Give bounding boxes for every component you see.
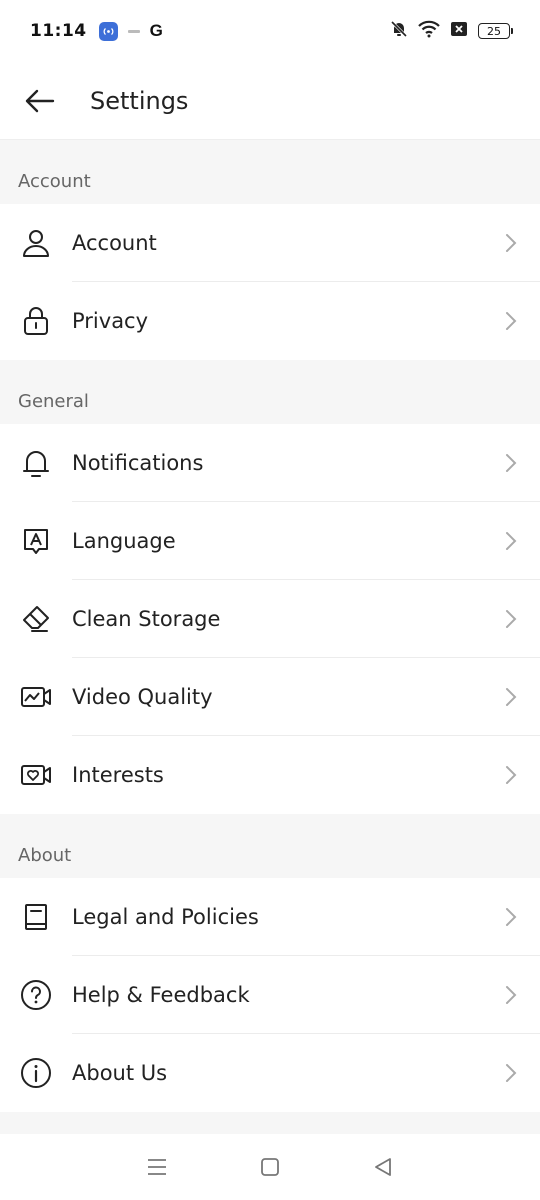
page-title: Settings <box>90 86 189 115</box>
settings-item-account[interactable]: Account <box>0 204 540 282</box>
battery-icon: 25 <box>478 23 513 39</box>
lock-icon <box>0 306 72 336</box>
settings-item-label: Notifications <box>72 451 204 475</box>
settings-item-language[interactable]: Language <box>0 502 540 580</box>
home-icon <box>261 1158 279 1176</box>
settings-item-about-us[interactable]: About Us <box>0 1034 540 1112</box>
bell-icon <box>0 448 72 478</box>
language-icon <box>0 526 72 556</box>
settings-item-label: Interests <box>72 763 164 787</box>
interests-icon <box>0 760 72 790</box>
section-account: Account Privacy <box>0 204 540 360</box>
wifi-icon <box>418 20 440 42</box>
settings-item-clean-storage[interactable]: Clean Storage <box>0 580 540 658</box>
section-general: Notifications Language Clean Storage Vid… <box>0 424 540 814</box>
section-header-general: General <box>0 360 540 424</box>
chevron-right-icon <box>482 453 540 473</box>
chevron-right-icon <box>482 1063 540 1083</box>
book-icon <box>0 902 72 932</box>
chevron-right-icon <box>482 233 540 253</box>
chevron-right-icon <box>482 985 540 1005</box>
settings-item-label: Legal and Policies <box>72 905 259 929</box>
app-header: Settings <box>0 62 540 140</box>
settings-item-label: Account <box>72 231 157 255</box>
recent-apps-button[interactable] <box>127 1142 187 1192</box>
chevron-right-icon <box>482 907 540 927</box>
chevron-right-icon <box>482 609 540 629</box>
settings-item-label: Clean Storage <box>72 607 221 631</box>
settings-item-notifications[interactable]: Notifications <box>0 424 540 502</box>
home-button[interactable] <box>240 1142 300 1192</box>
info-icon <box>0 1057 72 1089</box>
settings-item-label: About Us <box>72 1061 168 1085</box>
section-about: Legal and Policies Help & Feedback About… <box>0 878 540 1112</box>
chevron-right-icon <box>482 687 540 707</box>
settings-item-label: Help & Feedback <box>72 983 250 1007</box>
settings-item-label: Language <box>72 529 176 553</box>
chevron-right-icon <box>482 311 540 331</box>
section-header-account: Account <box>0 140 540 204</box>
settings-item-label: Video Quality <box>72 685 213 709</box>
help-icon <box>0 979 72 1011</box>
system-nav-bar <box>0 1134 540 1200</box>
arrow-left-icon <box>25 89 55 112</box>
section-header-about: About <box>0 814 540 878</box>
settings-item-label: Privacy <box>72 309 149 333</box>
back-triangle-icon <box>375 1158 392 1176</box>
nfc-app-icon <box>98 21 118 41</box>
status-bar: 11:14 G 25 <box>0 0 540 62</box>
bell-muted-icon <box>390 20 408 42</box>
no-sim-icon <box>450 21 468 41</box>
chevron-right-icon <box>482 531 540 551</box>
chevron-right-icon <box>482 765 540 785</box>
notification-dash-icon <box>127 29 140 33</box>
settings-item-legal[interactable]: Legal and Policies <box>0 878 540 956</box>
settings-item-interests[interactable]: Interests <box>0 736 540 814</box>
settings-item-privacy[interactable]: Privacy <box>0 282 540 360</box>
person-icon <box>0 228 72 258</box>
menu-icon <box>147 1159 166 1175</box>
google-icon: G <box>149 21 163 40</box>
eraser-icon <box>0 604 72 634</box>
settings-list: Account Account Privacy General Notifica… <box>0 140 540 1112</box>
back-system-button[interactable] <box>353 1142 413 1192</box>
settings-item-help-feedback[interactable]: Help & Feedback <box>0 956 540 1034</box>
settings-item-video-quality[interactable]: Video Quality <box>0 658 540 736</box>
status-time: 11:14 <box>30 21 87 41</box>
back-button[interactable] <box>0 62 80 140</box>
video-quality-icon <box>0 682 72 712</box>
